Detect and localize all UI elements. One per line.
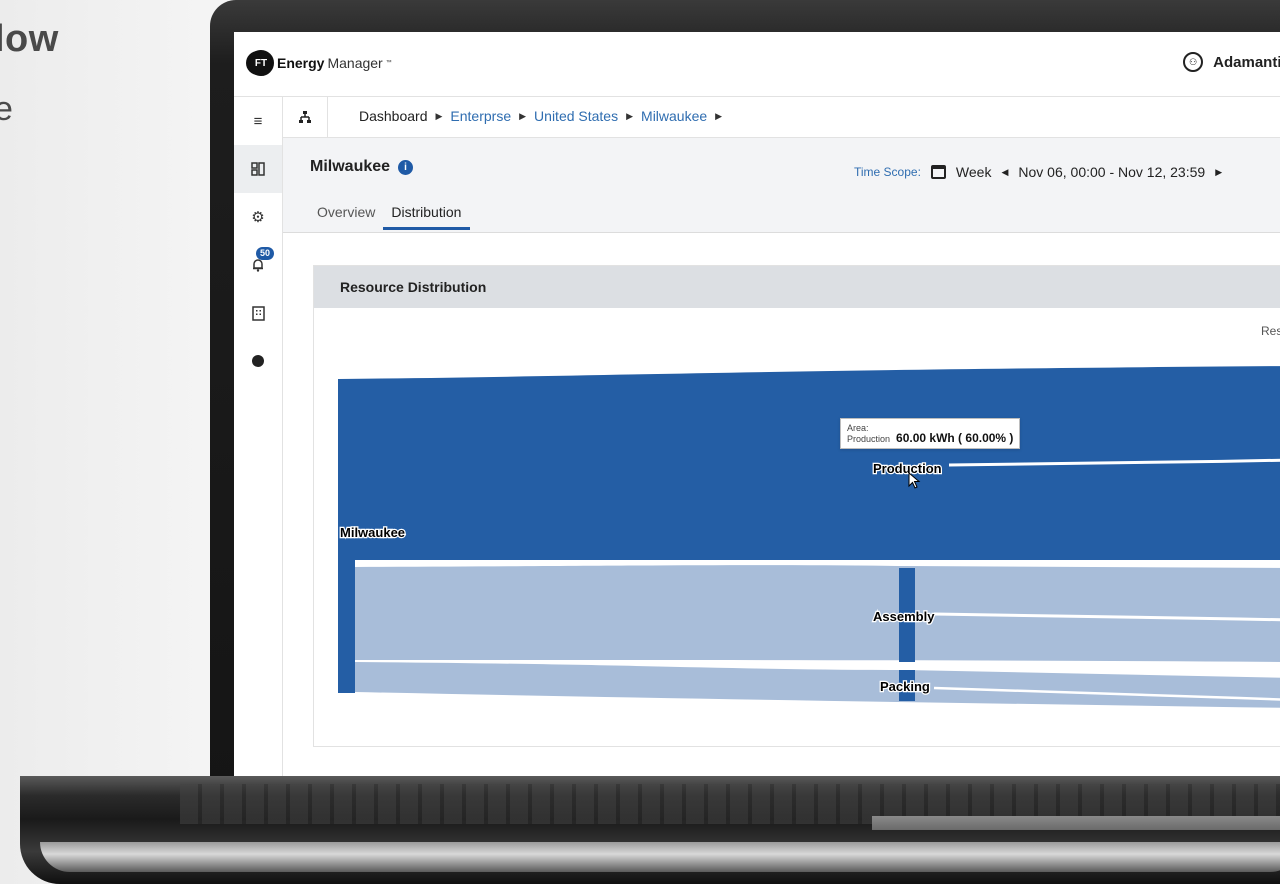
laptop-trackpad — [872, 816, 1280, 830]
sankey-label-assembly: Assembly — [873, 609, 935, 624]
sankey-label-milwaukee: Milwaukee — [340, 525, 405, 540]
sankey-link-assembly[interactable] — [355, 565, 1280, 662]
sankey-link-packing[interactable] — [355, 662, 1280, 708]
app-screen: FT EnergyManager™ ⚇ Adamantium ≡ ⚙ 50 — [234, 32, 1280, 776]
tooltip-label-line2: Production — [847, 434, 891, 444]
marketing-subtitle: e — [0, 90, 13, 128]
sankey-chart: Milwaukee Production Assembly Packing — [338, 366, 1280, 708]
sankey-label-packing: Packing — [880, 679, 930, 694]
tooltip-value: 60.00 kWh ( 60.00% ) — [896, 431, 1014, 445]
mouse-cursor-icon — [908, 472, 921, 489]
marketing-title: low — [0, 18, 59, 60]
tooltip-row: Production 60.00 kWh ( 60.00% ) — [847, 431, 1014, 445]
laptop-base-edge — [40, 842, 1280, 872]
sankey-tooltip: Area: Production 60.00 kWh ( 60.00% ) — [840, 418, 1021, 449]
